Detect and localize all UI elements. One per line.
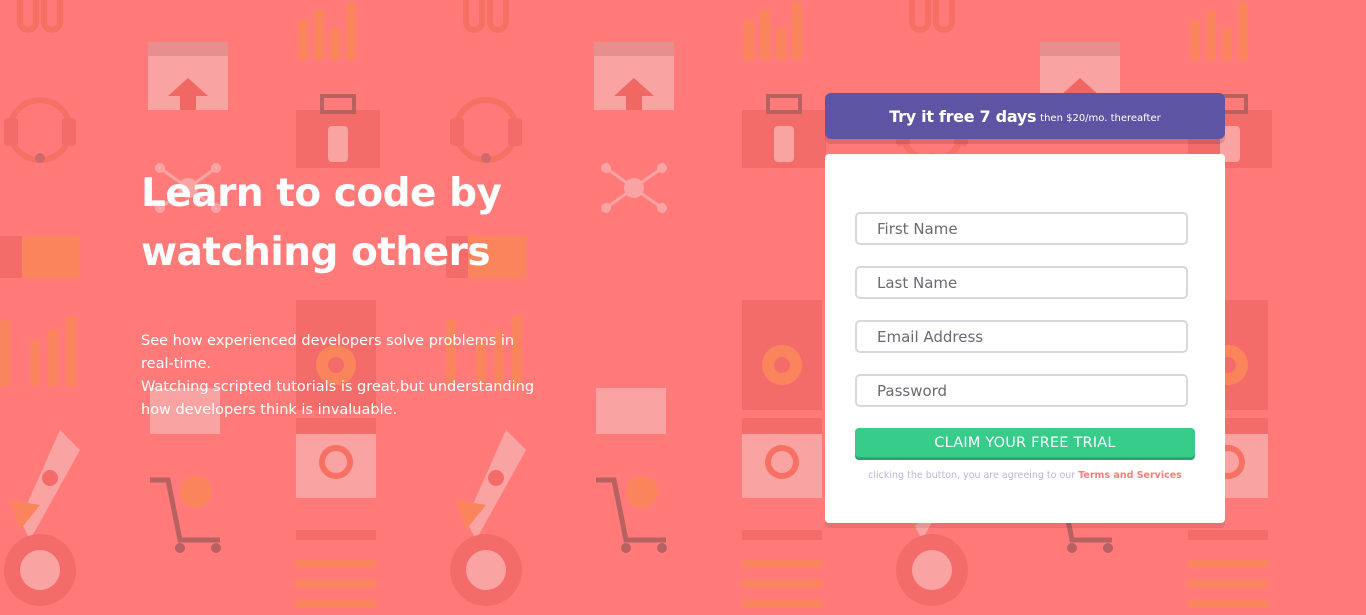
free-trial-bold-text: Try it free 7 days xyxy=(889,106,1037,126)
terms-prefix-text: clicking the button, you are agreeing to… xyxy=(868,470,1079,481)
claim-free-trial-button[interactable]: CLAIM YOUR FREE TRIAL xyxy=(855,428,1195,458)
intro-section: Learn to code by watching others See how… xyxy=(141,164,541,422)
pricing-text: then $20/mo. thereafter xyxy=(1040,112,1161,124)
description-line-1: See how experienced developers solve pro… xyxy=(141,333,515,372)
page-heading: Learn to code by watching others xyxy=(141,164,541,282)
description-line-2: Watching scripted tutorials is great,but… xyxy=(141,379,535,418)
last-name-input[interactable] xyxy=(855,266,1188,299)
heading-line-2: watching others xyxy=(141,230,491,275)
terms-notice: clicking the button, you are agreeing to… xyxy=(825,470,1225,481)
email-input[interactable] xyxy=(855,320,1188,353)
free-trial-banner: Try it free 7 days then $20/mo. thereaft… xyxy=(825,93,1225,139)
password-input[interactable] xyxy=(855,374,1188,407)
terms-and-services-link[interactable]: Terms and Services xyxy=(1078,470,1182,481)
signup-form: CLAIM YOUR FREE TRIAL clicking the butto… xyxy=(825,154,1225,523)
heading-line-1: Learn to code by xyxy=(141,171,502,216)
first-name-input[interactable] xyxy=(855,212,1188,245)
